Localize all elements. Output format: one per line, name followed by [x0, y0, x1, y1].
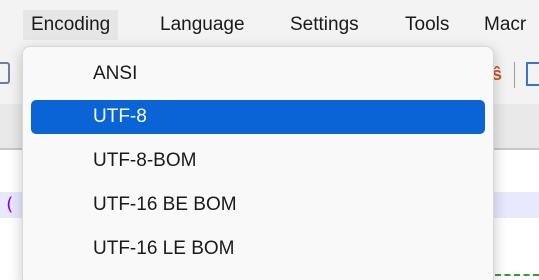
menu-encoding[interactable]: Encoding	[23, 10, 119, 40]
menu-item-utf-16-be-bom[interactable]: UTF-16 BE BOM	[31, 188, 485, 222]
encoding-dropdown-menu: ANSI UTF-8 UTF-8-BOM UTF-16 BE BOM UTF-1…	[22, 46, 494, 280]
menu-bar: Encoding Language Settings Tools Macr	[0, 0, 539, 46]
menu-language[interactable]: Language	[152, 10, 253, 40]
toolbar-separator	[514, 62, 515, 88]
menu-settings[interactable]: Settings	[282, 10, 367, 40]
toolbar-icon[interactable]	[526, 62, 539, 86]
menu-item-utf-8-bom[interactable]: UTF-8-BOM	[31, 144, 485, 178]
menu-item-utf-8[interactable]: UTF-8	[31, 100, 485, 134]
menu-macro[interactable]: Macr	[476, 10, 534, 40]
menu-item-ansi[interactable]: ANSI	[31, 57, 485, 91]
menu-item-utf-16-le-bom[interactable]: UTF-16 LE BOM	[31, 232, 485, 266]
editor-dashed-line	[495, 274, 539, 276]
toolbar-icon[interactable]	[0, 62, 10, 84]
editor-text: (	[4, 194, 15, 215]
menu-tools[interactable]: Tools	[397, 10, 457, 40]
